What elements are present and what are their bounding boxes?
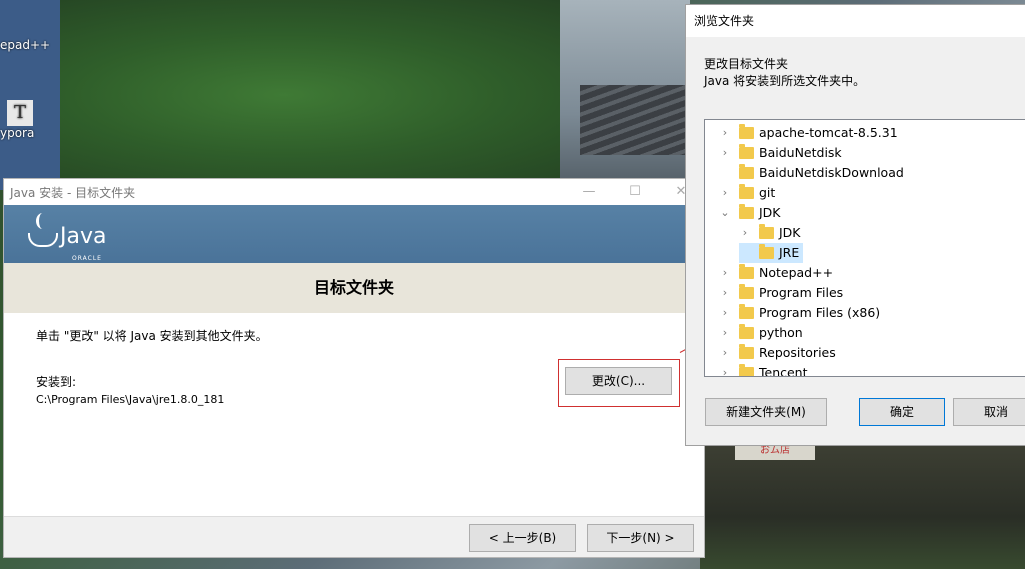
tree-item-label: git — [759, 185, 776, 200]
tree-item-label: BaiduNetdiskDownload — [759, 165, 904, 180]
tree-item-label: Repositories — [759, 345, 836, 360]
chevron-right-icon[interactable]: › — [719, 143, 731, 163]
tree-item-label: JRE — [779, 245, 800, 260]
desktop-icon-notepad[interactable]: epad++ — [0, 38, 50, 52]
java-body: 单击 "更改" 以将 Java 安装到其他文件夹。 安装到: C:\Progra… — [4, 313, 704, 519]
folder-icon — [739, 204, 754, 219]
chevron-right-icon[interactable]: › — [719, 303, 731, 323]
tree-item-label: python — [759, 325, 803, 340]
chevron-right-icon[interactable]: › — [739, 223, 751, 243]
tree-item-label: JDK — [779, 225, 801, 240]
java-banner: Java ORACLE — [4, 205, 704, 263]
tree-item[interactable]: ⌄ JDK — [719, 203, 781, 223]
dialog-description-detail: Java 将安装到所选文件夹中。 — [704, 74, 866, 88]
dialog-description: 更改目标文件夹 — [704, 57, 789, 71]
tree-item[interactable]: › Repositories — [719, 343, 836, 363]
minimize-icon[interactable]: — — [566, 179, 612, 205]
desktop-background-tree — [60, 0, 620, 190]
folder-icon — [739, 284, 754, 299]
next-button[interactable]: 下一步(N) > — [587, 524, 694, 552]
dialog-title[interactable]: 浏览文件夹 — [686, 5, 1025, 37]
chevron-right-icon[interactable]: › — [719, 323, 731, 343]
folder-icon — [739, 364, 754, 376]
java-logo-text: Java — [60, 224, 107, 249]
desktop-icon-label: ypora — [0, 126, 35, 140]
folder-icon — [739, 304, 754, 319]
install-path: C:\Program Files\Java\jre1.8.0_181 — [36, 393, 225, 406]
tree-item[interactable]: › BaiduNetdisk — [719, 143, 842, 163]
browse-folder-dialog: 浏览文件夹 更改目标文件夹 Java 将安装到所选文件夹中。 › apache-t… — [685, 4, 1025, 446]
folder-icon — [759, 224, 774, 239]
tree-item-label: JDK — [759, 205, 781, 220]
typora-icon: T — [7, 100, 33, 126]
folder-tree[interactable]: › apache-tomcat-8.5.31 › BaiduNetdisk Baid… — [704, 119, 1025, 377]
tree-item[interactable]: › Tencent — [719, 363, 808, 377]
oracle-logo-text: ORACLE — [72, 255, 102, 262]
change-button[interactable]: 更改(C)... — [565, 367, 672, 395]
tree-item[interactable]: › Program Files (x86) — [719, 303, 880, 323]
tree-item[interactable]: › apache-tomcat-8.5.31 — [719, 123, 898, 143]
back-button[interactable]: < 上一步(B) — [469, 524, 576, 552]
desktop-icon-label: epad++ — [0, 38, 51, 52]
desktop-background-roof — [580, 85, 690, 155]
tree-item-label: Program Files — [759, 285, 844, 300]
chevron-right-icon[interactable]: › — [719, 263, 731, 283]
tree-item[interactable]: › JDK — [739, 223, 801, 243]
desktop-background-left — [0, 0, 60, 190]
tree-item-label: BaiduNetdisk — [759, 145, 842, 160]
tree-item-label: Notepad++ — [759, 265, 834, 280]
maximize-icon[interactable]: ☐ — [612, 179, 658, 205]
tree-item-label: Tencent — [759, 365, 808, 377]
instruction-text: 单击 "更改" 以将 Java 安装到其他文件夹。 — [36, 329, 268, 343]
chevron-right-icon[interactable]: › — [719, 363, 731, 376]
tree-item[interactable]: › git — [719, 183, 775, 203]
folder-icon — [739, 144, 754, 159]
tree-item[interactable]: BaiduNetdiskDownload — [719, 163, 904, 183]
page-heading: 目标文件夹 — [4, 263, 704, 313]
chevron-right-icon[interactable]: › — [719, 123, 731, 143]
folder-icon — [739, 264, 754, 279]
folder-icon — [759, 244, 774, 259]
tree-item-selected[interactable]: JRE — [739, 243, 804, 263]
tree-item[interactable]: › Program Files — [719, 283, 843, 303]
chevron-right-icon[interactable]: › — [719, 283, 731, 303]
java-logo: Java ORACLE — [26, 213, 107, 262]
folder-icon — [739, 324, 754, 339]
tree-item-label: apache-tomcat-8.5.31 — [759, 125, 898, 140]
tree-item[interactable]: › Notepad++ — [719, 263, 833, 283]
folder-icon — [739, 184, 754, 199]
folder-icon — [739, 124, 754, 139]
chevron-down-icon[interactable]: ⌄ — [719, 203, 731, 223]
tree-item[interactable]: › python — [719, 323, 803, 343]
java-cup-icon — [26, 213, 58, 249]
folder-icon — [739, 164, 754, 179]
java-installer-window: Java 安装 - 目标文件夹 — ☐ ✕ Java ORACLE 目标文件夹 … — [3, 178, 705, 558]
ok-button[interactable]: 确定 — [859, 398, 945, 426]
chevron-right-icon[interactable]: › — [719, 183, 731, 203]
window-controls: — ☐ ✕ — [566, 179, 704, 205]
new-folder-button[interactable]: 新建文件夹(M) — [705, 398, 827, 426]
install-to-label: 安装到: — [36, 375, 77, 389]
folder-icon — [739, 344, 754, 359]
chevron-right-icon[interactable]: › — [719, 343, 731, 363]
window-title: Java 安装 - 目标文件夹 — [10, 185, 136, 200]
tree-item-label: Program Files (x86) — [759, 305, 881, 320]
button-bar: < 上一步(B) 下一步(N) > — [4, 516, 704, 557]
desktop-icon-typora[interactable]: T ypora — [0, 100, 40, 140]
cancel-button[interactable]: 取消 — [953, 398, 1025, 426]
title-bar[interactable]: Java 安装 - 目标文件夹 — ☐ ✕ — [4, 179, 704, 205]
